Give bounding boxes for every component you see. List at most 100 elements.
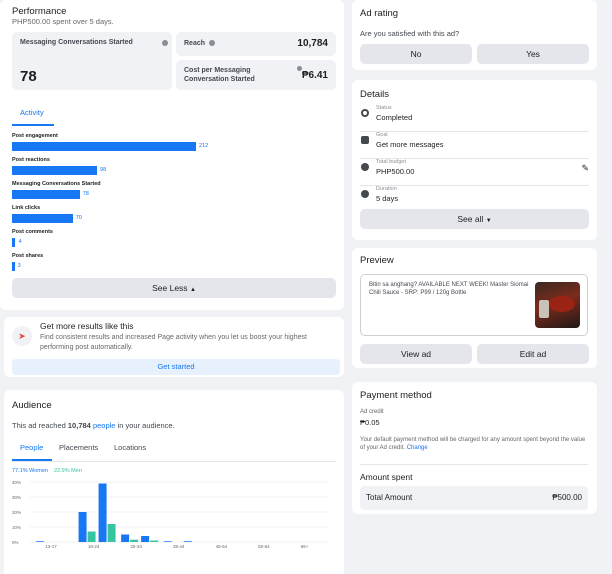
get-started-button[interactable]: Get started bbox=[12, 359, 340, 375]
detail-goal-key: Goal bbox=[376, 132, 388, 138]
yes-button[interactable]: Yes bbox=[477, 44, 589, 64]
x-tick-label: 35-44 bbox=[173, 544, 185, 549]
audience-bar[interactable] bbox=[130, 539, 139, 542]
performance-card: Performance PHP500.00 spent over 5 days.… bbox=[0, 0, 344, 310]
info-icon[interactable] bbox=[162, 40, 168, 46]
reach-post: in your audience. bbox=[117, 421, 175, 430]
see-less-button[interactable]: See Less ▲ bbox=[12, 278, 336, 298]
y-tick-label: 30% bbox=[12, 495, 21, 500]
activity-bar-label: Link clicks bbox=[12, 205, 41, 211]
stat-cost[interactable]: Cost per Messaging Conversation Started … bbox=[176, 60, 336, 90]
audience-bar[interactable] bbox=[98, 483, 107, 543]
boost-title: Get more results like this bbox=[40, 321, 134, 331]
activity-bar-value: 4 bbox=[18, 239, 22, 245]
chevron-up-icon: ▲ bbox=[189, 287, 196, 293]
payment-note-text: Your default payment method will be char… bbox=[360, 437, 586, 451]
activity-bar bbox=[12, 166, 98, 175]
stat-messaging-label: Messaging Conversations Started bbox=[20, 39, 133, 46]
audience-bar[interactable] bbox=[150, 540, 159, 543]
view-ad-button[interactable]: View ad bbox=[360, 344, 472, 364]
audience-bar[interactable] bbox=[87, 531, 96, 543]
total-amount-row: Total Amount ₱500.00 bbox=[360, 486, 588, 510]
audience-bar[interactable] bbox=[36, 541, 44, 542]
activity-bar-label: Post reactions bbox=[12, 157, 50, 163]
tab-people[interactable]: People bbox=[20, 443, 43, 452]
detail-status-key: Status bbox=[376, 105, 392, 111]
payment-divider bbox=[360, 464, 588, 465]
see-less-label: See Less bbox=[152, 283, 188, 293]
activity-bar bbox=[12, 262, 15, 271]
x-tick-label: 25-34 bbox=[130, 544, 142, 549]
change-link[interactable]: Change bbox=[407, 445, 428, 451]
reach-people-link[interactable]: people bbox=[93, 421, 116, 430]
detail-budget: Total budget PHP500.00 ✎ bbox=[360, 159, 589, 186]
tab-divider bbox=[12, 461, 336, 462]
ad-rating-title: Ad rating bbox=[360, 8, 399, 19]
activity-bar-label: Post engagement bbox=[12, 133, 58, 139]
ad-preview-text: Bitin sa anghang? AVAILABLE NEXT WEEK! M… bbox=[369, 282, 529, 296]
legend-men: 22.9% Men bbox=[54, 468, 82, 474]
detail-status-value: Completed bbox=[376, 113, 413, 122]
no-button[interactable]: No bbox=[360, 44, 472, 64]
audience-bar[interactable] bbox=[163, 541, 172, 542]
boost-card: ➤ Get more results like this Find consis… bbox=[4, 317, 344, 377]
x-tick-label: 45-54 bbox=[216, 544, 228, 549]
total-amount-value: ₱500.00 bbox=[552, 493, 582, 502]
audience-bar[interactable] bbox=[183, 541, 192, 542]
ad-credit-label: Ad credit bbox=[360, 409, 384, 415]
audience-bar[interactable] bbox=[121, 534, 130, 543]
get-started-label: Get started bbox=[157, 362, 195, 371]
amount-spent-title: Amount spent bbox=[360, 472, 413, 482]
info-icon[interactable] bbox=[209, 40, 216, 47]
tab-locations[interactable]: Locations bbox=[114, 443, 146, 452]
ad-credit-value: ₱0.05 bbox=[360, 418, 380, 427]
payment-note: Your default payment method will be char… bbox=[360, 436, 588, 452]
audience-bar[interactable] bbox=[78, 512, 87, 542]
activity-bar-value: 3 bbox=[17, 263, 21, 269]
x-tick-label: 13-17 bbox=[45, 544, 57, 549]
activity-bar bbox=[12, 238, 16, 247]
audience-bar[interactable] bbox=[107, 524, 116, 542]
detail-goal: Goal Get more messages bbox=[360, 132, 589, 159]
stat-reach[interactable]: Reach 10,784 bbox=[176, 32, 336, 56]
tab-activity[interactable]: Activity bbox=[20, 108, 44, 117]
x-tick-label: 55-64 bbox=[258, 544, 270, 549]
x-tick-label: 65+ bbox=[301, 544, 309, 549]
megaphone-icon: ➤ bbox=[12, 326, 32, 346]
x-tick-label: 18-24 bbox=[88, 544, 100, 549]
preview-title: Preview bbox=[360, 255, 394, 266]
see-all-label: See all bbox=[457, 214, 484, 224]
activity-bar-label: Post shares bbox=[12, 253, 44, 259]
total-amount-label: Total Amount bbox=[366, 493, 413, 502]
detail-duration-value: 5 days bbox=[376, 194, 399, 203]
performance-title: Performance bbox=[12, 6, 67, 17]
detail-budget-key: Total budget bbox=[376, 159, 406, 165]
detail-duration-key: Duration bbox=[376, 186, 397, 192]
activity-bar-value: 212 bbox=[199, 143, 209, 149]
audience-bar[interactable] bbox=[141, 536, 150, 542]
legend-women: 77.1% Women bbox=[12, 468, 48, 474]
activity-bar-value: 98 bbox=[100, 167, 107, 173]
ad-preview-box[interactable]: Bitin sa anghang? AVAILABLE NEXT WEEK! M… bbox=[360, 274, 588, 336]
activity-bar-label: Post comments bbox=[12, 229, 53, 235]
stat-messaging[interactable]: Messaging Conversations Started 78 bbox=[12, 32, 172, 90]
stat-reach-value: 10,784 bbox=[297, 38, 328, 49]
edit-ad-button[interactable]: Edit ad bbox=[477, 344, 589, 364]
detail-budget-value: PHP500.00 bbox=[376, 167, 415, 176]
performance-subtitle: PHP500.00 spent over 5 days. bbox=[12, 17, 114, 26]
stat-cost-label: Cost per Messaging Conversation Started bbox=[184, 67, 255, 83]
reach-pre: This ad reached bbox=[12, 421, 66, 430]
y-tick-label: 20% bbox=[12, 510, 21, 515]
activity-bar-value: 78 bbox=[82, 191, 89, 197]
audience-reach-text: This ad reached 10,784 people in your au… bbox=[12, 421, 175, 430]
activity-bar bbox=[12, 190, 80, 199]
pencil-icon[interactable]: ✎ bbox=[581, 163, 589, 174]
activity-bar bbox=[12, 214, 73, 223]
audience-card: Audience This ad reached 10,784 people i… bbox=[4, 390, 344, 574]
activity-bar-value: 70 bbox=[75, 215, 82, 221]
tab-placements[interactable]: Placements bbox=[59, 443, 98, 452]
activity-bar-label: Messaging Conversations Started bbox=[12, 181, 101, 187]
see-all-button[interactable]: See all ▼ bbox=[360, 209, 589, 229]
payment-card: Payment method Ad credit ₱0.05 Your defa… bbox=[352, 382, 597, 514]
bottle-shape bbox=[539, 300, 549, 318]
